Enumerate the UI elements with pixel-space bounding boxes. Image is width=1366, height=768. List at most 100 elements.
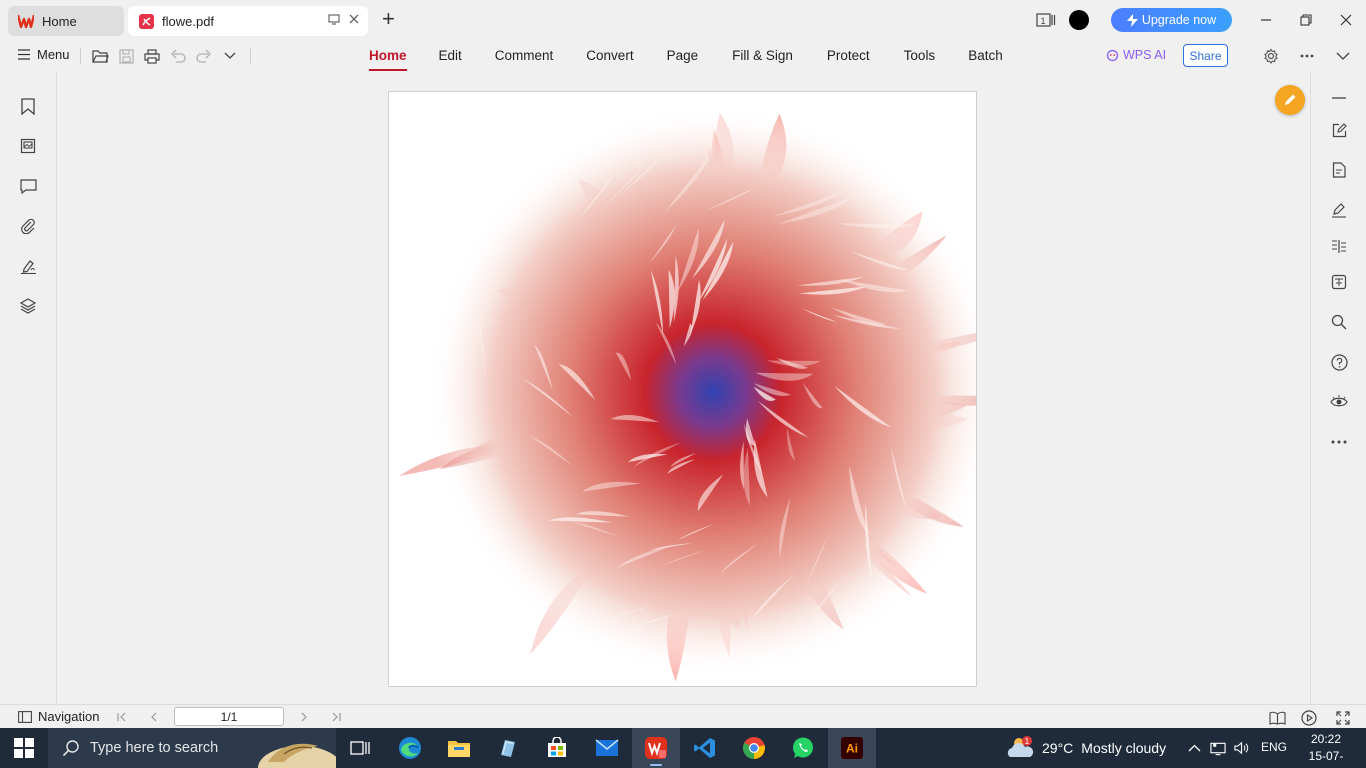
attachment-icon[interactable] [18, 216, 38, 236]
notes-app-icon[interactable] [484, 728, 532, 768]
edge-browser-icon[interactable] [386, 728, 434, 768]
search-highlight-art [258, 743, 336, 768]
thumbnail-icon[interactable] [18, 136, 38, 156]
wps-ai-button[interactable]: WPS AI [1106, 48, 1166, 62]
comment-icon[interactable] [18, 176, 38, 196]
avatar[interactable] [1069, 10, 1089, 30]
whatsapp-icon[interactable] [779, 728, 827, 768]
tab-comment[interactable]: Comment [495, 40, 554, 72]
system-clock[interactable]: 20:22 15-07-2024 [1296, 731, 1356, 768]
help-icon[interactable] [1329, 352, 1349, 372]
pdf-file-icon [138, 13, 154, 29]
microsoft-store-icon[interactable] [533, 728, 581, 768]
file-explorer-icon[interactable] [435, 728, 483, 768]
clock-date: 15-07-2024 [1308, 749, 1344, 768]
hamburger-icon [18, 49, 30, 60]
collapse-panel-icon[interactable] [1329, 88, 1349, 108]
close-window-icon[interactable] [1336, 10, 1356, 30]
undo-icon[interactable] [169, 47, 187, 65]
ribbon-tabs: Home Edit Comment Convert Page Fill & Si… [369, 40, 1003, 72]
tab-document[interactable]: flowe.pdf [128, 6, 368, 36]
page-badge-icon[interactable]: 1 [1036, 10, 1056, 30]
fullscreen-icon[interactable] [1334, 709, 1352, 727]
ai-sparkle-icon [1106, 49, 1119, 61]
menu-button[interactable]: Menu [18, 47, 70, 62]
share-button[interactable]: Share [1183, 44, 1228, 67]
bookmark-icon[interactable] [18, 96, 38, 116]
tab-edit[interactable]: Edit [439, 40, 462, 72]
status-bar: Navigation [0, 704, 1366, 728]
language-indicator[interactable]: ENG [1261, 740, 1287, 754]
wps-office-icon[interactable] [632, 728, 680, 768]
tab-fill-sign[interactable]: Fill & Sign [732, 40, 793, 72]
svg-text:Ai: Ai [846, 742, 858, 756]
page-number-input[interactable] [174, 707, 284, 726]
edit-text-icon[interactable] [1329, 120, 1349, 140]
upgrade-now-button[interactable]: Upgrade now [1111, 8, 1232, 32]
tab-tools[interactable]: Tools [904, 40, 936, 72]
minimize-icon[interactable] [1256, 10, 1276, 30]
pencil-icon [1285, 94, 1296, 105]
task-view-icon[interactable] [336, 728, 384, 768]
compare-icon[interactable] [1329, 236, 1349, 256]
restore-icon[interactable] [1296, 10, 1316, 30]
navigation-panel-icon [18, 710, 32, 723]
tab-page[interactable]: Page [667, 40, 699, 72]
svg-text:1: 1 [1041, 16, 1046, 26]
weather-widget[interactable]: 1 29°C Mostly cloudy [1006, 728, 1166, 768]
collapse-ribbon-icon[interactable] [1334, 47, 1352, 65]
play-slideshow-icon[interactable] [1300, 709, 1318, 727]
print-icon[interactable] [143, 47, 161, 65]
chrome-icon[interactable] [730, 728, 778, 768]
document-canvas[interactable] [57, 72, 1310, 704]
tab-document-label: flowe.pdf [162, 13, 215, 29]
close-tab-icon[interactable] [348, 13, 360, 28]
pdf-page [388, 91, 977, 687]
tab-batch[interactable]: Batch [968, 40, 1003, 72]
redo-icon[interactable] [195, 47, 213, 65]
cloudy-weather-icon: 1 [1007, 736, 1034, 757]
tab-home-ribbon[interactable]: Home [369, 40, 407, 72]
layers-icon[interactable] [18, 296, 38, 316]
open-folder-icon[interactable] [91, 47, 109, 65]
wps-logo-icon [18, 13, 34, 29]
windows-start-icon[interactable] [14, 738, 34, 758]
reading-mode-icon[interactable] [1268, 709, 1286, 727]
title-bar: Home flowe.pdf + 1 Upgrade now [0, 0, 1366, 40]
adobe-illustrator-icon[interactable]: Ai [828, 728, 876, 768]
translate-icon[interactable] [1329, 272, 1349, 292]
document-properties-icon[interactable] [1329, 160, 1349, 180]
vscode-icon[interactable] [681, 728, 729, 768]
navigation-toggle[interactable]: Navigation [18, 709, 99, 724]
search-placeholder: Type here to search [90, 740, 219, 756]
sign-icon[interactable] [1329, 200, 1349, 220]
tab-home[interactable]: Home [8, 6, 124, 36]
network-icon[interactable] [1210, 740, 1226, 756]
mail-icon[interactable] [583, 728, 631, 768]
show-hidden-icons-chevron-icon[interactable] [1186, 740, 1202, 756]
ribbon-toolbar: Menu Home Edit Comment Convert Page Fill… [0, 40, 1366, 72]
tab-protect[interactable]: Protect [827, 40, 870, 72]
save-icon[interactable] [117, 47, 135, 65]
left-sidebar [0, 72, 57, 704]
more-quick-access-icon[interactable] [221, 47, 239, 65]
last-page-icon[interactable] [328, 709, 344, 725]
tab-convert[interactable]: Convert [586, 40, 633, 72]
more-options-icon[interactable] [1298, 47, 1316, 65]
divider [250, 48, 251, 64]
settings-icon[interactable] [1262, 47, 1280, 65]
window-mode-icon[interactable] [328, 13, 340, 28]
new-tab-button[interactable]: + [382, 8, 395, 30]
volume-icon[interactable] [1234, 740, 1250, 756]
taskbar-search-box[interactable]: Type here to search [48, 728, 336, 768]
more-tools-icon[interactable] [1329, 432, 1349, 452]
signature-icon[interactable] [18, 256, 38, 276]
clock-time: 20:22 [1310, 732, 1342, 746]
previous-page-icon[interactable] [146, 709, 162, 725]
search-icon[interactable] [1329, 312, 1349, 332]
lightning-icon [1126, 13, 1138, 27]
edit-pen-button[interactable] [1275, 85, 1305, 115]
first-page-icon[interactable] [114, 709, 130, 725]
next-page-icon[interactable] [296, 709, 312, 725]
view-settings-icon[interactable] [1329, 392, 1349, 412]
